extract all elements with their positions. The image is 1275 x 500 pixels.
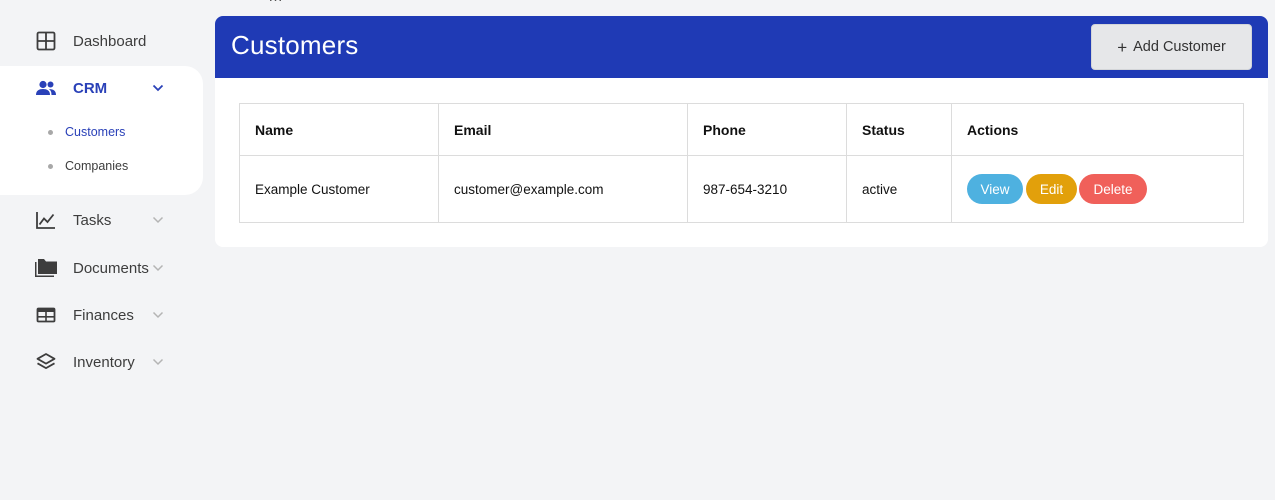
column-header-name: Name bbox=[239, 103, 439, 156]
table-icon bbox=[34, 303, 58, 327]
add-customer-label: Add Customer bbox=[1133, 39, 1226, 55]
bullet-icon bbox=[48, 129, 53, 135]
chevron-down-icon[interactable] bbox=[151, 213, 165, 227]
cell-actions: View Edit Delete bbox=[951, 155, 1244, 223]
cell-status: active bbox=[846, 155, 952, 223]
sidebar-subitem-label: Customers bbox=[65, 125, 126, 139]
add-customer-button[interactable]: + Add Customer bbox=[1091, 24, 1252, 70]
page-title: Customers bbox=[231, 30, 359, 60]
chevron-down-icon[interactable] bbox=[151, 261, 165, 275]
table-header-row: Name Email Phone Status Actions bbox=[239, 103, 1244, 156]
column-header-phone: Phone bbox=[687, 103, 847, 156]
sidebar-item-label: Documents bbox=[73, 259, 149, 277]
folder-icon bbox=[34, 256, 58, 280]
sidebar-item-label: CRM bbox=[73, 79, 108, 97]
cell-name: Example Customer bbox=[239, 155, 439, 223]
grid-icon bbox=[34, 29, 58, 53]
bullet-icon bbox=[48, 163, 53, 169]
sidebar-item-label: Inventory bbox=[73, 353, 135, 371]
edit-button[interactable]: Edit bbox=[1026, 174, 1077, 204]
sidebar-subitem-label: Companies bbox=[65, 159, 129, 173]
card-header: Customers + Add Customer bbox=[215, 16, 1268, 78]
customers-card: Customers + Add Customer Name Email Phon… bbox=[215, 16, 1268, 247]
sidebar-subitem-customers[interactable]: Customers bbox=[48, 122, 125, 142]
column-header-actions: Actions bbox=[951, 103, 1244, 156]
view-button[interactable]: View bbox=[967, 174, 1023, 204]
chevron-down-icon[interactable] bbox=[151, 355, 165, 369]
layers-icon bbox=[34, 350, 58, 374]
table-row: Example Customer customer@example.com 98… bbox=[239, 155, 1244, 223]
chart-line-icon bbox=[34, 208, 58, 232]
delete-button[interactable]: Delete bbox=[1079, 174, 1147, 204]
sidebar: Dashboard CRM Customers Companies Tasks … bbox=[0, 0, 205, 500]
cell-email: customer@example.com bbox=[438, 155, 688, 223]
sidebar-item-tasks[interactable]: Tasks bbox=[0, 200, 180, 240]
plus-icon: + bbox=[1117, 37, 1128, 57]
column-header-status: Status bbox=[846, 103, 952, 156]
sidebar-item-documents[interactable]: Documents bbox=[0, 248, 180, 288]
sidebar-item-dashboard[interactable]: Dashboard bbox=[0, 21, 180, 61]
column-header-email: Email bbox=[438, 103, 688, 156]
sidebar-item-inventory[interactable]: Inventory bbox=[0, 342, 180, 382]
chevron-down-icon[interactable] bbox=[151, 308, 165, 322]
sidebar-item-finances[interactable]: Finances bbox=[0, 295, 180, 335]
users-icon bbox=[34, 76, 58, 100]
sidebar-item-label: Finances bbox=[73, 306, 134, 324]
customers-table: Name Email Phone Status Actions Example … bbox=[239, 103, 1244, 223]
crm-submenu-panel: CRM Customers Companies bbox=[0, 66, 203, 195]
cell-phone: 987-654-3210 bbox=[687, 155, 847, 223]
sidebar-item-crm[interactable]: CRM bbox=[0, 68, 180, 108]
sidebar-subitem-companies[interactable]: Companies bbox=[48, 156, 128, 176]
chevron-down-icon[interactable] bbox=[151, 81, 165, 95]
clipped-top-text: … bbox=[268, 0, 283, 5]
sidebar-item-label: Tasks bbox=[73, 211, 112, 229]
sidebar-item-label: Dashboard bbox=[73, 32, 147, 50]
